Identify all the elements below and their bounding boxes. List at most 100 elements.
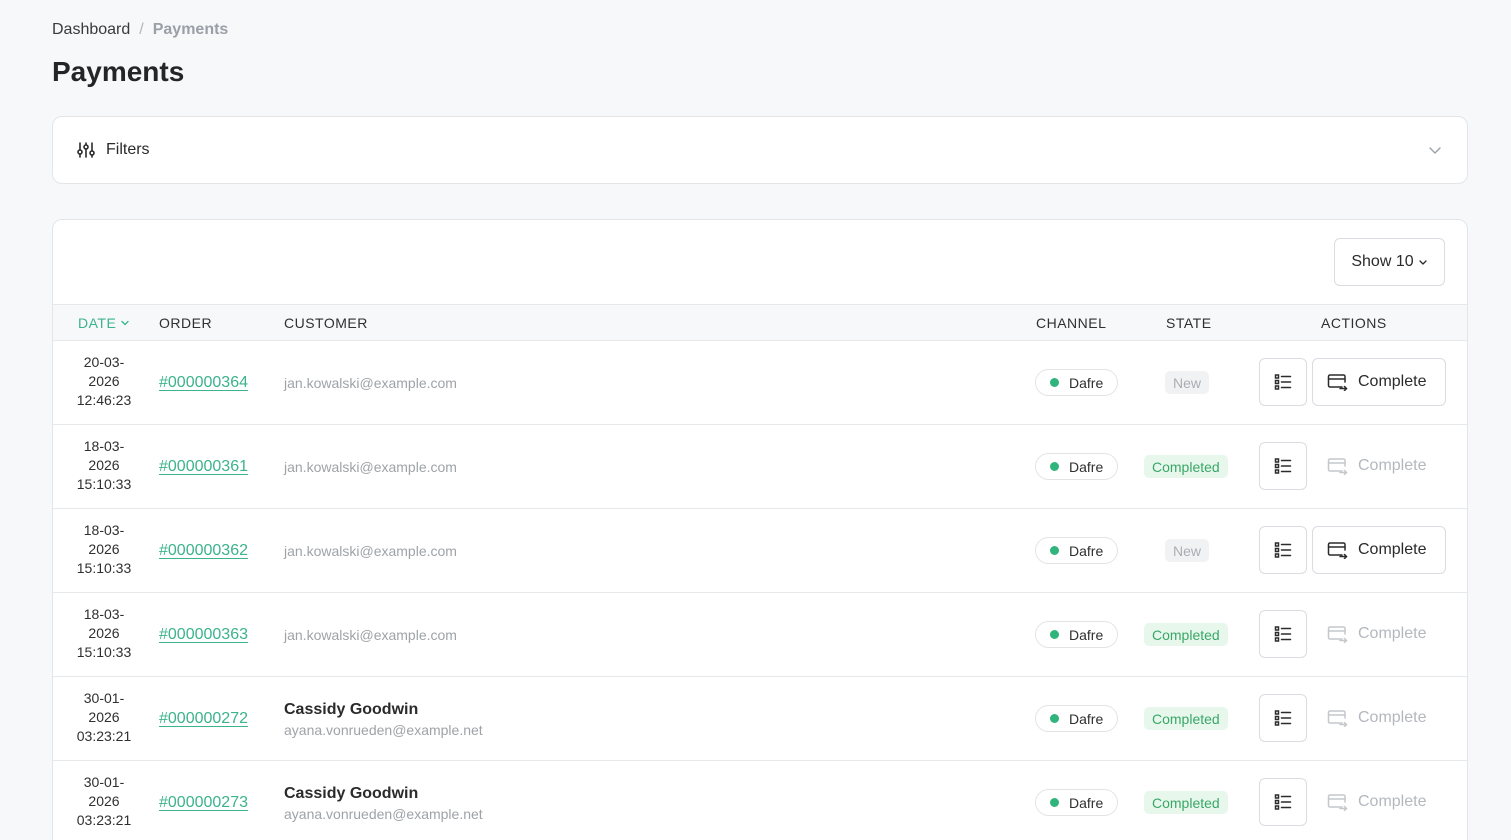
order-link[interactable]: #000000272 [159, 710, 248, 728]
order-link[interactable]: #000000364 [159, 374, 248, 392]
order-link[interactable]: #000000273 [159, 794, 248, 812]
order-link[interactable]: #000000363 [159, 626, 248, 644]
payment-date-line: 2026 [88, 541, 120, 557]
payment-date-line: 18-03- [83, 606, 125, 622]
channel-badge: Dafre [1035, 705, 1118, 732]
customer-email: ayana.vonrueden@example.net [284, 805, 483, 822]
complete-payment-button: Complete [1312, 442, 1446, 490]
state-badge: Completed [1144, 707, 1228, 730]
payment-date-line: 2026 [88, 793, 120, 809]
channel-name: Dafre [1069, 710, 1104, 727]
customer-email: ayana.vonrueden@example.net [284, 721, 483, 738]
sort-desc-icon [120, 318, 130, 328]
column-header-date[interactable]: DATE [78, 305, 130, 340]
column-header-state: STATE [1166, 314, 1212, 331]
view-details-button[interactable] [1259, 442, 1307, 490]
payment-date: 30-01- 2026 03:23:21 [63, 773, 145, 830]
channel-name: Dafre [1069, 794, 1104, 811]
column-header-customer: CUSTOMER [284, 314, 368, 331]
state-badge: New [1165, 371, 1210, 394]
complete-payment-button[interactable]: Complete [1312, 358, 1446, 406]
customer-cell: jan.kowalski@example.com [284, 593, 457, 677]
table-row: 18-03- 2026 15:10:33 #000000362 jan.kowalski… [53, 509, 1467, 593]
list-icon [1274, 793, 1292, 811]
payment-date-line: 2026 [88, 373, 120, 389]
payment-date: 18-03- 2026 15:10:33 [63, 605, 145, 662]
complete-payment-button: Complete [1312, 610, 1446, 658]
payment-date-line: 03:23:21 [76, 728, 132, 744]
complete-button-label: Complete [1358, 625, 1427, 642]
payment-date-line: 30-01- [83, 690, 125, 706]
table-row: 18-03- 2026 15:10:33 #000000363 jan.kowalski… [53, 593, 1467, 677]
chevron-down-icon [1427, 142, 1443, 158]
customer-email: jan.kowalski@example.com [284, 375, 457, 391]
view-details-button[interactable] [1259, 526, 1307, 574]
complete-button-label: Complete [1358, 793, 1427, 810]
sliders-icon [77, 141, 95, 159]
channel-badge: Dafre [1035, 453, 1118, 480]
page-size-select[interactable]: Show 10 [1334, 238, 1445, 286]
channel-name: Dafre [1069, 458, 1104, 475]
channel-badge: Dafre [1035, 537, 1118, 564]
card-transfer-icon [1327, 625, 1348, 643]
customer-name: Cassidy Goodwin [284, 700, 419, 718]
customer-cell: Cassidy Goodwin ayana.vonrueden@example.n… [284, 761, 483, 840]
card-transfer-icon [1327, 373, 1348, 391]
state-badge: Completed [1144, 455, 1228, 478]
customer-cell: jan.kowalski@example.com [284, 425, 457, 509]
payments-page: Dashboard / Payments Payments Filters Sh… [0, 0, 1511, 840]
complete-button-label: Complete [1358, 457, 1427, 474]
payment-date-line: 12:46:23 [76, 392, 132, 408]
payment-date: 18-03- 2026 15:10:33 [63, 437, 145, 494]
breadcrumb-dashboard-link[interactable]: Dashboard [52, 21, 130, 39]
payment-date-line: 20-03- [83, 354, 125, 370]
view-details-button[interactable] [1259, 778, 1307, 826]
channel-name: Dafre [1069, 374, 1104, 391]
list-icon [1274, 373, 1292, 391]
channel-badge: Dafre [1035, 789, 1118, 816]
payments-table-card: Show 10 DATE ORDER CUSTOMER CHANNEL STAT… [52, 219, 1468, 840]
payment-date-line: 2026 [88, 625, 120, 641]
column-header-order: ORDER [159, 314, 213, 331]
payment-date-line: 18-03- [83, 522, 125, 538]
channel-name: Dafre [1069, 542, 1104, 559]
customer-cell: Cassidy Goodwin ayana.vonrueden@example.n… [284, 677, 483, 761]
channel-status-dot [1050, 378, 1059, 387]
channel-status-dot [1050, 798, 1059, 807]
table-row: 30-01- 2026 03:23:21 #000000272 Cassidy Good… [53, 677, 1467, 761]
card-transfer-icon [1327, 793, 1348, 811]
state-badge: Completed [1144, 791, 1228, 814]
list-icon [1274, 457, 1292, 475]
column-header-actions: ACTIONS [1321, 314, 1387, 331]
order-link[interactable]: #000000362 [159, 542, 248, 560]
table-header: DATE ORDER CUSTOMER CHANNEL STATE ACTION… [53, 304, 1467, 341]
order-cell: #000000272 [159, 677, 248, 761]
payment-date-line: 03:23:21 [76, 812, 132, 828]
complete-payment-button[interactable]: Complete [1312, 526, 1446, 574]
filters-panel-toggle[interactable]: Filters [52, 116, 1468, 184]
complete-payment-button: Complete [1312, 694, 1446, 742]
view-details-button[interactable] [1259, 358, 1307, 406]
order-link[interactable]: #000000361 [159, 458, 248, 476]
complete-payment-button: Complete [1312, 778, 1446, 826]
breadcrumb: Dashboard / Payments [52, 19, 228, 41]
payment-date-line: 30-01- [83, 774, 125, 790]
payment-date-line: 15:10:33 [76, 560, 132, 576]
list-icon [1274, 625, 1292, 643]
breadcrumb-current: Payments [152, 21, 229, 38]
customer-name: Cassidy Goodwin [284, 784, 419, 802]
view-details-button[interactable] [1259, 610, 1307, 658]
payment-date: 20-03- 2026 12:46:23 [63, 353, 145, 410]
state-badge: Completed [1144, 623, 1228, 646]
customer-cell: jan.kowalski@example.com [284, 509, 457, 593]
payment-date: 30-01- 2026 03:23:21 [63, 689, 145, 746]
column-header-channel: CHANNEL [1036, 314, 1107, 331]
state-badge: New [1165, 539, 1210, 562]
complete-button-label: Complete [1358, 373, 1427, 390]
table-row: 18-03- 2026 15:10:33 #000000361 jan.kowalski… [53, 425, 1467, 509]
view-details-button[interactable] [1259, 694, 1307, 742]
card-transfer-icon [1327, 709, 1348, 727]
chevron-down-icon [1418, 257, 1428, 267]
table-row: 30-01- 2026 03:23:21 #000000273 Cassidy Good… [53, 761, 1467, 840]
payment-date: 18-03- 2026 15:10:33 [63, 521, 145, 578]
